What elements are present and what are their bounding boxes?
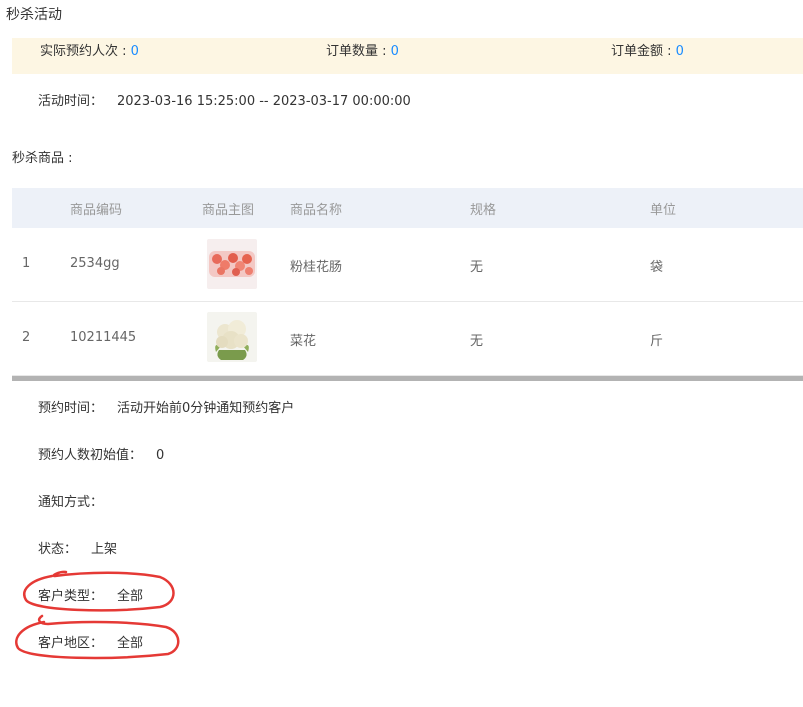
activity-time-row: 活动时间： 2023-03-16 15:25:00 -- 2023-03-17 0… (38, 90, 411, 109)
initial-count-value: 0 (156, 448, 165, 463)
customer-type-value: 全部 (117, 589, 144, 604)
table-row[interactable]: 1 2534gg 粉桂花肠 无 袋 (12, 228, 803, 302)
stat-booked-value: 0 (130, 44, 139, 59)
stat-booked: 实际预约人次 : 0 (40, 38, 139, 66)
status-value: 上架 (91, 542, 118, 557)
initial-count-label: 预约人数初始值： (38, 448, 143, 463)
customer-type-row: 客户类型： 全部 (38, 585, 143, 604)
stats-bar: 实际预约人次 : 0 订单数量 : 0 订单金额 : 0 (12, 38, 803, 74)
row-name: 菜花 (290, 334, 317, 349)
cauliflower-thumbnail[interactable] (207, 312, 257, 362)
stat-amount-value: 0 (675, 44, 684, 59)
row-spec: 无 (470, 334, 484, 349)
header-spec: 规格 (470, 203, 497, 218)
header-code: 商品编码 (70, 203, 123, 218)
customer-region-value: 全部 (117, 636, 144, 651)
row-name: 粉桂花肠 (290, 260, 343, 275)
products-section-title: 秒杀商品 : (12, 151, 73, 166)
header-unit: 单位 (650, 203, 677, 218)
row-unit: 斤 (650, 334, 664, 349)
customer-type-label: 客户类型： (38, 589, 104, 604)
table-header: 商品编码 商品主图 商品名称 规格 单位 (12, 188, 803, 228)
table-scrollbar[interactable] (12, 376, 803, 381)
stat-orders-value: 0 (390, 44, 399, 59)
row-unit: 袋 (650, 260, 664, 275)
row-index: 2 (22, 330, 31, 345)
stat-amount-label: 订单金额 : (611, 44, 676, 59)
header-image: 商品主图 (202, 203, 255, 218)
row-code: 10211445 (70, 330, 137, 345)
row-index: 1 (22, 256, 31, 271)
table-row[interactable]: 2 10211445 菜花 无 斤 (12, 302, 803, 376)
stat-orders: 订单数量 : 0 (326, 38, 399, 66)
reserve-time-label: 预约时间： (38, 401, 104, 416)
reserve-time-value: 活动开始前0分钟通知预约客户 (117, 401, 295, 416)
stat-booked-label: 实际预约人次 : (40, 44, 131, 59)
row-spec: 无 (470, 260, 484, 275)
customer-region-label: 客户地区： (38, 636, 104, 651)
activity-time-label: 活动时间： (38, 94, 104, 109)
status-row: 状态： 上架 (38, 538, 117, 557)
stat-orders-label: 订单数量 : (326, 44, 391, 59)
initial-count-row: 预约人数初始值： 0 (38, 444, 164, 463)
page-title: 秒杀活动 (6, 7, 62, 23)
status-label: 状态： (38, 542, 78, 557)
notify-method-row: 通知方式： (38, 491, 117, 510)
activity-time-value: 2023-03-16 15:25:00 -- 2023-03-17 00:00:… (117, 94, 411, 109)
stat-amount: 订单金额 : 0 (611, 38, 684, 66)
row-code: 2534gg (70, 256, 120, 271)
customer-region-row: 客户地区： 全部 (38, 632, 143, 651)
sausage-thumbnail[interactable] (207, 239, 257, 289)
notify-method-label: 通知方式： (38, 495, 104, 510)
products-table: 商品编码 商品主图 商品名称 规格 单位 1 2534gg 粉桂花肠 无 袋 2… (12, 188, 803, 376)
header-name: 商品名称 (290, 203, 343, 218)
reserve-time-row: 预约时间： 活动开始前0分钟通知预约客户 (38, 397, 294, 416)
